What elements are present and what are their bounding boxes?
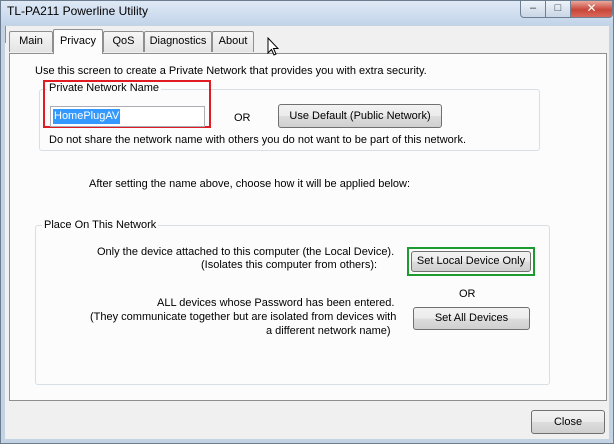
all-devices-description-1: ALL devices whose Password has been ente… bbox=[157, 297, 395, 309]
or-label-1: OR bbox=[234, 112, 251, 124]
or-label-2: OR bbox=[459, 288, 476, 300]
minimize-icon: – bbox=[529, 2, 537, 14]
privacy-tab-page: Use this screen to create a Private Netw… bbox=[9, 53, 607, 401]
place-on-network-group-label: Place On This Network bbox=[42, 219, 159, 231]
private-network-group-label: Private Network Name bbox=[47, 82, 162, 94]
close-icon: ✕ bbox=[586, 1, 597, 15]
maximize-button[interactable]: □ bbox=[545, 1, 571, 18]
after-setting-text: After setting the name above, choose how… bbox=[89, 178, 411, 190]
tab-about[interactable]: About bbox=[212, 31, 254, 52]
tab-divider bbox=[5, 26, 8, 43]
tab-qos[interactable]: QoS bbox=[103, 31, 144, 52]
local-device-description-2: (Isolates this computer from others): bbox=[201, 259, 378, 271]
tab-privacy[interactable]: Privacy bbox=[53, 29, 103, 54]
mouse-pointer-icon bbox=[267, 37, 279, 56]
title-bar[interactable]: TL-PA211 Powerline Utility – □ ✕ bbox=[1, 1, 613, 25]
network-name-input[interactable]: HomePlugAV bbox=[50, 106, 205, 127]
minimize-button[interactable]: – bbox=[520, 1, 546, 18]
client-area: Main Privacy QoS Diagnostics About Use t… bbox=[5, 26, 609, 439]
all-devices-description-3: a different network name) bbox=[266, 325, 391, 337]
all-devices-description-2: (They communicate together but are isola… bbox=[90, 311, 397, 323]
window-title: TL-PA211 Powerline Utility bbox=[7, 4, 148, 18]
close-window-button[interactable]: ✕ bbox=[570, 1, 613, 18]
network-warning-text: Do not share the network name with other… bbox=[49, 134, 467, 146]
app-window: TL-PA211 Powerline Utility – □ ✕ Main Pr… bbox=[0, 0, 614, 444]
set-all-devices-button[interactable]: Set All Devices bbox=[413, 307, 530, 330]
local-device-description-1: Only the device attached to this compute… bbox=[97, 246, 395, 258]
use-default-button[interactable]: Use Default (Public Network) bbox=[278, 104, 442, 128]
tab-main[interactable]: Main bbox=[9, 31, 53, 52]
set-local-device-only-button[interactable]: Set Local Device Only bbox=[411, 251, 531, 272]
network-name-value: HomePlugAV bbox=[53, 109, 121, 124]
tab-diagnostics[interactable]: Diagnostics bbox=[144, 31, 212, 52]
privacy-intro-text: Use this screen to create a Private Netw… bbox=[35, 65, 427, 77]
maximize-icon: □ bbox=[554, 2, 562, 14]
close-button[interactable]: Close bbox=[531, 410, 605, 434]
